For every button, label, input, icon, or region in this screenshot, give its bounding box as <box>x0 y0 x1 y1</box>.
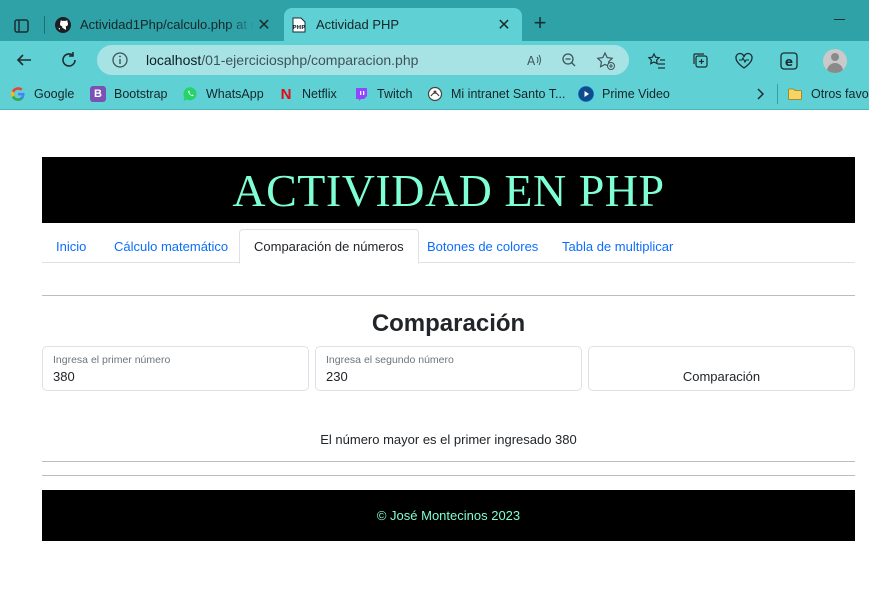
page-header: ACTIVIDAD EN PHP <box>42 157 855 223</box>
favorite-other-folder[interactable]: Otros favor <box>787 84 869 104</box>
browser-toolbar: localhost/01-ejerciciosphp/comparacion.p… <box>0 41 869 79</box>
internet-explorer-mode-icon[interactable]: e <box>779 51 799 71</box>
close-tab-icon[interactable]: ✕ <box>494 15 514 35</box>
google-icon <box>10 86 26 102</box>
favorite-label: Mi intranet Santo T... <box>451 87 566 101</box>
svg-text:PHP: PHP <box>293 25 306 31</box>
browser-tab-bar: Actividad1Php/calculo.php at main ✕ PHP … <box>0 0 869 41</box>
new-tab-icon[interactable]: + <box>528 12 552 36</box>
minimize-icon[interactable] <box>832 10 848 26</box>
divider <box>42 461 855 462</box>
url-path: /01-ejerciciosphp/comparacion.php <box>201 52 419 68</box>
favorite-twitch[interactable]: Twitch <box>353 84 412 104</box>
second-number-field[interactable]: Ingresa el segundo número <box>315 346 582 391</box>
tab-separator <box>44 16 45 34</box>
favorite-label: Prime Video <box>602 87 670 101</box>
second-number-label: Ingresa el segundo número <box>326 354 454 366</box>
divider <box>42 475 855 476</box>
github-icon <box>54 16 72 34</box>
first-number-input[interactable] <box>53 369 293 384</box>
svg-text:A: A <box>527 54 536 68</box>
profile-avatar[interactable] <box>823 49 847 73</box>
url-text: localhost/01-ejerciciosphp/comparacion.p… <box>146 52 418 68</box>
browser-tab-actividad-php[interactable]: PHP Actividad PHP ✕ <box>284 8 522 41</box>
chevron-right-icon[interactable] <box>752 84 768 104</box>
intranet-icon <box>427 86 443 102</box>
favorites-icon[interactable] <box>647 51 667 71</box>
result-text: El número mayor es el primer ingresado 3… <box>320 432 577 447</box>
favorites-divider <box>777 84 778 104</box>
back-icon[interactable] <box>12 48 36 72</box>
tab-inicio[interactable]: Inicio <box>42 229 100 263</box>
first-number-field[interactable]: Ingresa el primer número <box>42 346 309 391</box>
nav-tabs: Inicio Cálculo matemático Comparación de… <box>42 229 855 264</box>
tab-actions-icon[interactable] <box>8 12 34 38</box>
twitch-icon <box>353 86 369 102</box>
compare-button[interactable]: Comparación <box>588 346 855 391</box>
favorite-prime-video[interactable]: Prime Video <box>578 84 670 104</box>
favorite-intranet[interactable]: Mi intranet Santo T... <box>427 84 565 104</box>
second-number-input[interactable] <box>326 369 566 384</box>
tab-calculo-matematico[interactable]: Cálculo matemático <box>100 229 242 263</box>
prime-video-icon <box>578 86 594 102</box>
whatsapp-icon <box>182 86 198 102</box>
page-footer: © José Montecinos 2023 <box>42 490 855 541</box>
address-bar[interactable]: localhost/01-ejerciciosphp/comparacion.p… <box>97 45 629 75</box>
tab-title: Actividad1Php/calculo.php at main <box>80 17 254 32</box>
add-favorite-icon[interactable] <box>596 51 615 70</box>
folder-icon <box>787 86 803 102</box>
favorite-label: Otros favor <box>811 87 869 101</box>
zoom-out-icon[interactable] <box>560 51 578 69</box>
tab-tabla-de-multiplicar[interactable]: Tabla de multiplicar <box>548 229 687 263</box>
favorite-label: WhatsApp <box>206 87 264 101</box>
read-aloud-icon[interactable]: A <box>525 51 543 69</box>
favorites-bar: Google B Bootstrap WhatsApp N Netflix Tw… <box>0 79 869 110</box>
favorite-netflix[interactable]: N Netflix <box>278 84 337 104</box>
netflix-icon: N <box>280 85 292 103</box>
browser-essentials-icon[interactable] <box>734 51 754 71</box>
tab-title: Actividad PHP <box>316 17 400 32</box>
bootstrap-icon: B <box>90 86 106 102</box>
collections-icon[interactable] <box>691 51 711 71</box>
favorite-whatsapp[interactable]: WhatsApp <box>182 84 264 104</box>
footer-copyright: © José Montecinos 2023 <box>376 508 521 523</box>
url-host: localhost <box>146 52 202 68</box>
favorite-label: Google <box>34 87 75 101</box>
close-tab-icon[interactable]: ✕ <box>254 15 274 35</box>
first-number-label: Ingresa el primer número <box>53 354 171 366</box>
favorite-label: Netflix <box>302 87 337 101</box>
tab-botones-de-colores[interactable]: Botones de colores <box>413 229 552 263</box>
browser-tab-github[interactable]: Actividad1Php/calculo.php at main ✕ <box>48 8 282 41</box>
info-icon[interactable] <box>111 51 129 69</box>
refresh-icon[interactable] <box>57 48 81 72</box>
divider <box>42 295 855 296</box>
page-title: ACTIVIDAD EN PHP <box>232 164 665 216</box>
tab-comparacion-de-numeros[interactable]: Comparación de números <box>239 229 419 264</box>
svg-text:e: e <box>785 55 793 69</box>
section-title: Comparación <box>371 310 526 337</box>
favorite-google[interactable]: Google <box>10 84 74 104</box>
web-page: ACTIVIDAD EN PHP Inicio Cálculo matemáti… <box>0 111 869 595</box>
favorite-label: Twitch <box>377 87 413 101</box>
favorite-bootstrap[interactable]: B Bootstrap <box>90 84 168 104</box>
php-icon: PHP <box>290 16 308 34</box>
favorite-label: Bootstrap <box>114 87 168 101</box>
